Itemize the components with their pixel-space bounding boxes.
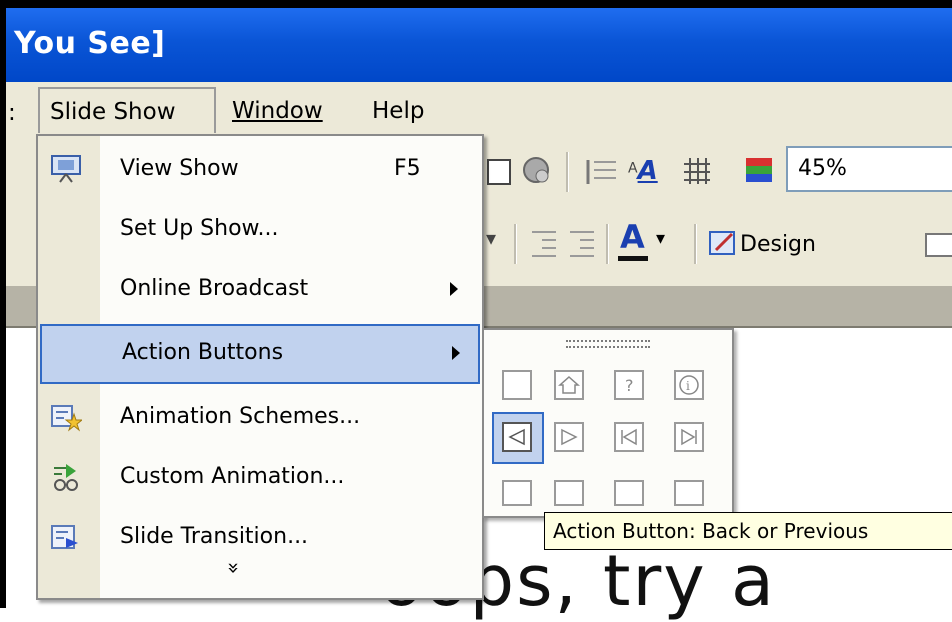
- svg-text:?: ?: [625, 376, 634, 395]
- menu-item-view-show-label: View Show: [120, 156, 239, 181]
- information-action-button[interactable]: i: [674, 370, 704, 400]
- menu-item-set-up-show-label: Set Up Show...: [120, 216, 279, 241]
- menu-item-view-show-shortcut: F5: [394, 156, 421, 181]
- menu-slide-show[interactable]: Slide Show: [38, 87, 216, 133]
- expand-all-icon[interactable]: [584, 154, 620, 188]
- custom-action-button[interactable]: [502, 370, 532, 400]
- menu-item-custom-animation[interactable]: Custom Animation...: [38, 448, 482, 508]
- animation-schemes-icon: [51, 405, 82, 432]
- return-action-button[interactable]: [502, 480, 532, 506]
- back-previous-action-button[interactable]: [502, 422, 532, 452]
- custom-animation-icon: [54, 464, 78, 491]
- menu-item-slide-transition[interactable]: Slide Transition...: [38, 508, 482, 568]
- design-icon: [709, 231, 735, 255]
- beginning-action-button[interactable]: [614, 422, 644, 452]
- submenu-arrow-icon: [452, 346, 460, 360]
- menu-item-view-show[interactable]: View Show F5: [38, 140, 482, 200]
- design-label: Design: [740, 232, 816, 257]
- menu-item-custom-animation-label: Custom Animation...: [120, 464, 345, 489]
- menu-item-action-buttons[interactable]: Action Buttons: [40, 324, 480, 384]
- toolbar-separator: [606, 224, 609, 264]
- menu-item-online-broadcast-label: Online Broadcast: [120, 276, 309, 301]
- help-action-button[interactable]: ?: [614, 370, 644, 400]
- menu-window[interactable]: Window: [222, 94, 333, 128]
- font-color-dropdown-icon[interactable]: ▾: [656, 228, 665, 249]
- end-icon: [681, 428, 697, 446]
- svg-text:i: i: [686, 379, 690, 393]
- menu-item-slide-transition-label: Slide Transition...: [120, 524, 309, 549]
- menu-item-action-buttons-label: Action Buttons: [122, 340, 284, 365]
- menu-help-label: Help: [372, 98, 425, 124]
- sound-action-button[interactable]: [614, 480, 644, 506]
- slide-transition-icon: [51, 525, 78, 549]
- movie-action-button[interactable]: [674, 480, 704, 506]
- table-partial-icon[interactable]: [486, 156, 516, 188]
- submenu-arrow-icon: [450, 282, 458, 296]
- submenu-drag-grip[interactable]: [566, 340, 650, 348]
- slide-show-menu: View Show F5 Set Up Show... Online Broad…: [36, 134, 484, 600]
- toolbar-dropdown-fragment[interactable]: ▾: [486, 226, 496, 250]
- font-color-button[interactable]: A ▾: [618, 218, 678, 266]
- new-slide-icon[interactable]: [922, 230, 952, 260]
- toolbar-separator: [514, 224, 517, 264]
- title-bar[interactable]: You See]: [6, 8, 952, 82]
- increase-indent-icon[interactable]: [566, 226, 598, 260]
- color-grayscale-icon[interactable]: [742, 154, 776, 188]
- menu-help[interactable]: Help: [362, 94, 434, 128]
- information-icon: i: [679, 375, 699, 395]
- help-icon: ?: [625, 376, 634, 395]
- grid-icon[interactable]: [680, 154, 714, 188]
- menu-item-online-broadcast[interactable]: Online Broadcast: [38, 260, 482, 320]
- menu-expand-chevron-icon[interactable]: »: [222, 562, 246, 574]
- document-action-button[interactable]: [554, 480, 584, 506]
- menu-window-label: Window: [232, 98, 323, 124]
- font-color-letter: A: [620, 218, 645, 256]
- end-action-button[interactable]: [674, 422, 704, 452]
- web-globe-icon[interactable]: [520, 154, 554, 188]
- toolbar-separator: [694, 224, 697, 264]
- forward-next-action-button[interactable]: [554, 422, 584, 452]
- beginning-icon: [621, 428, 637, 446]
- menu-item-animation-schemes-label: Animation Schemes...: [120, 404, 361, 429]
- zoom-combo[interactable]: 45%: [786, 146, 952, 192]
- show-formatting-icon[interactable]: AA: [628, 156, 658, 186]
- action-buttons-submenu: ? i: [482, 328, 734, 518]
- forward-triangle-icon: [561, 428, 578, 446]
- home-action-button[interactable]: [554, 370, 584, 400]
- tooltip-text: Action Button: Back or Previous: [553, 519, 869, 543]
- zoom-value: 45%: [798, 156, 847, 181]
- home-icon: [558, 375, 580, 394]
- menu-item-animation-schemes[interactable]: Animation Schemes...: [38, 388, 482, 448]
- menu-item-set-up-show[interactable]: Set Up Show...: [38, 200, 482, 260]
- menu-slide-show-label: Slide Show: [50, 99, 176, 125]
- back-triangle-icon: [508, 428, 525, 446]
- decrease-indent-icon[interactable]: [528, 226, 560, 260]
- tooltip: Action Button: Back or Previous: [544, 512, 952, 550]
- font-color-swatch: [618, 256, 648, 261]
- view-show-icon: [51, 155, 81, 183]
- toolbar-separator: [566, 152, 569, 192]
- menu-bar: : Slide Show Window Help: [6, 82, 952, 138]
- menu-edge-fragment: :: [8, 100, 16, 126]
- window-title: You See]: [14, 26, 166, 61]
